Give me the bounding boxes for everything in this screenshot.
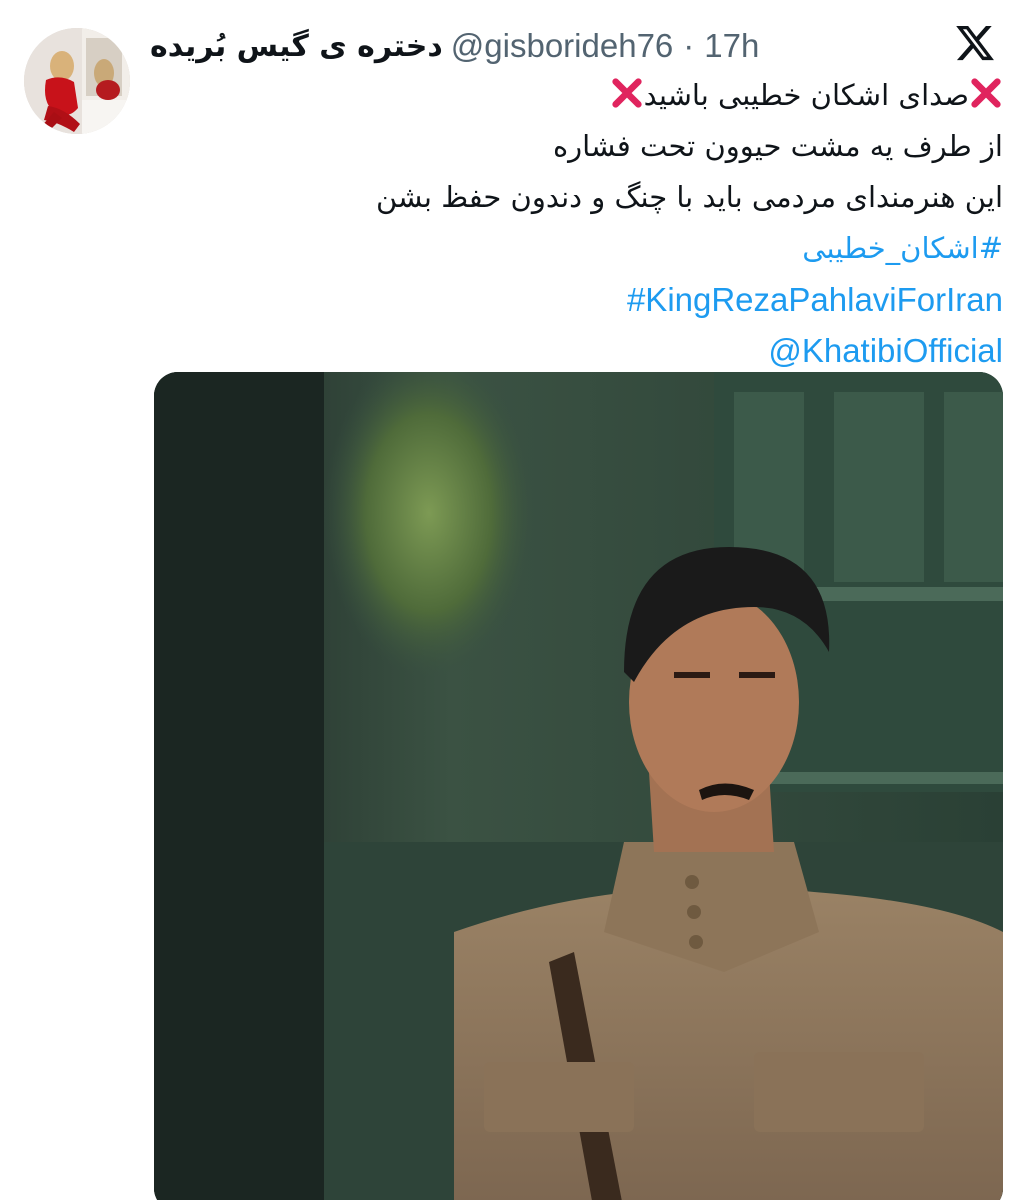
hashtag-fa-link[interactable]: #اشکان_خطیبی (153, 223, 1003, 274)
tweet-line-3: این هنرمندای مردمی باید با چنگ و دندون ح… (375, 180, 1003, 214)
tweet-text: صدای اشکان خطیبی باشید از طرف یه مشت حیو… (153, 70, 1003, 376)
tweet-line-1-text: صدای اشکان خطیبی باشید (643, 78, 969, 112)
cross-mark-icon (969, 76, 1003, 110)
mention-link[interactable]: @KhatibiOfficial (153, 325, 1003, 376)
hashtag-en-link[interactable]: #KingRezaPahlaviForIran (153, 274, 1003, 325)
avatar-image (24, 28, 130, 134)
cross-mark-icon (610, 76, 644, 110)
tweet-card: دختره ی گیس بُریده @gisborideh76 · 17h ص… (0, 0, 1027, 1200)
user-handle[interactable]: @gisborideh76 (451, 27, 673, 65)
tweet-media-image[interactable] (154, 372, 1003, 1200)
x-logo-icon[interactable] (954, 22, 996, 64)
separator-dot: · (683, 27, 695, 64)
tweet-line-2: از طرف یه مشت حیوون تحت فشاره (552, 129, 1003, 163)
tweet-header: دختره ی گیس بُریده @gisborideh76 · 17h (150, 24, 759, 68)
display-name[interactable]: دختره ی گیس بُریده (150, 29, 443, 64)
tweet-line-1: صدای اشکان خطیبی باشید (153, 70, 1003, 121)
timestamp[interactable]: 17h (704, 27, 759, 65)
avatar[interactable] (24, 28, 130, 134)
